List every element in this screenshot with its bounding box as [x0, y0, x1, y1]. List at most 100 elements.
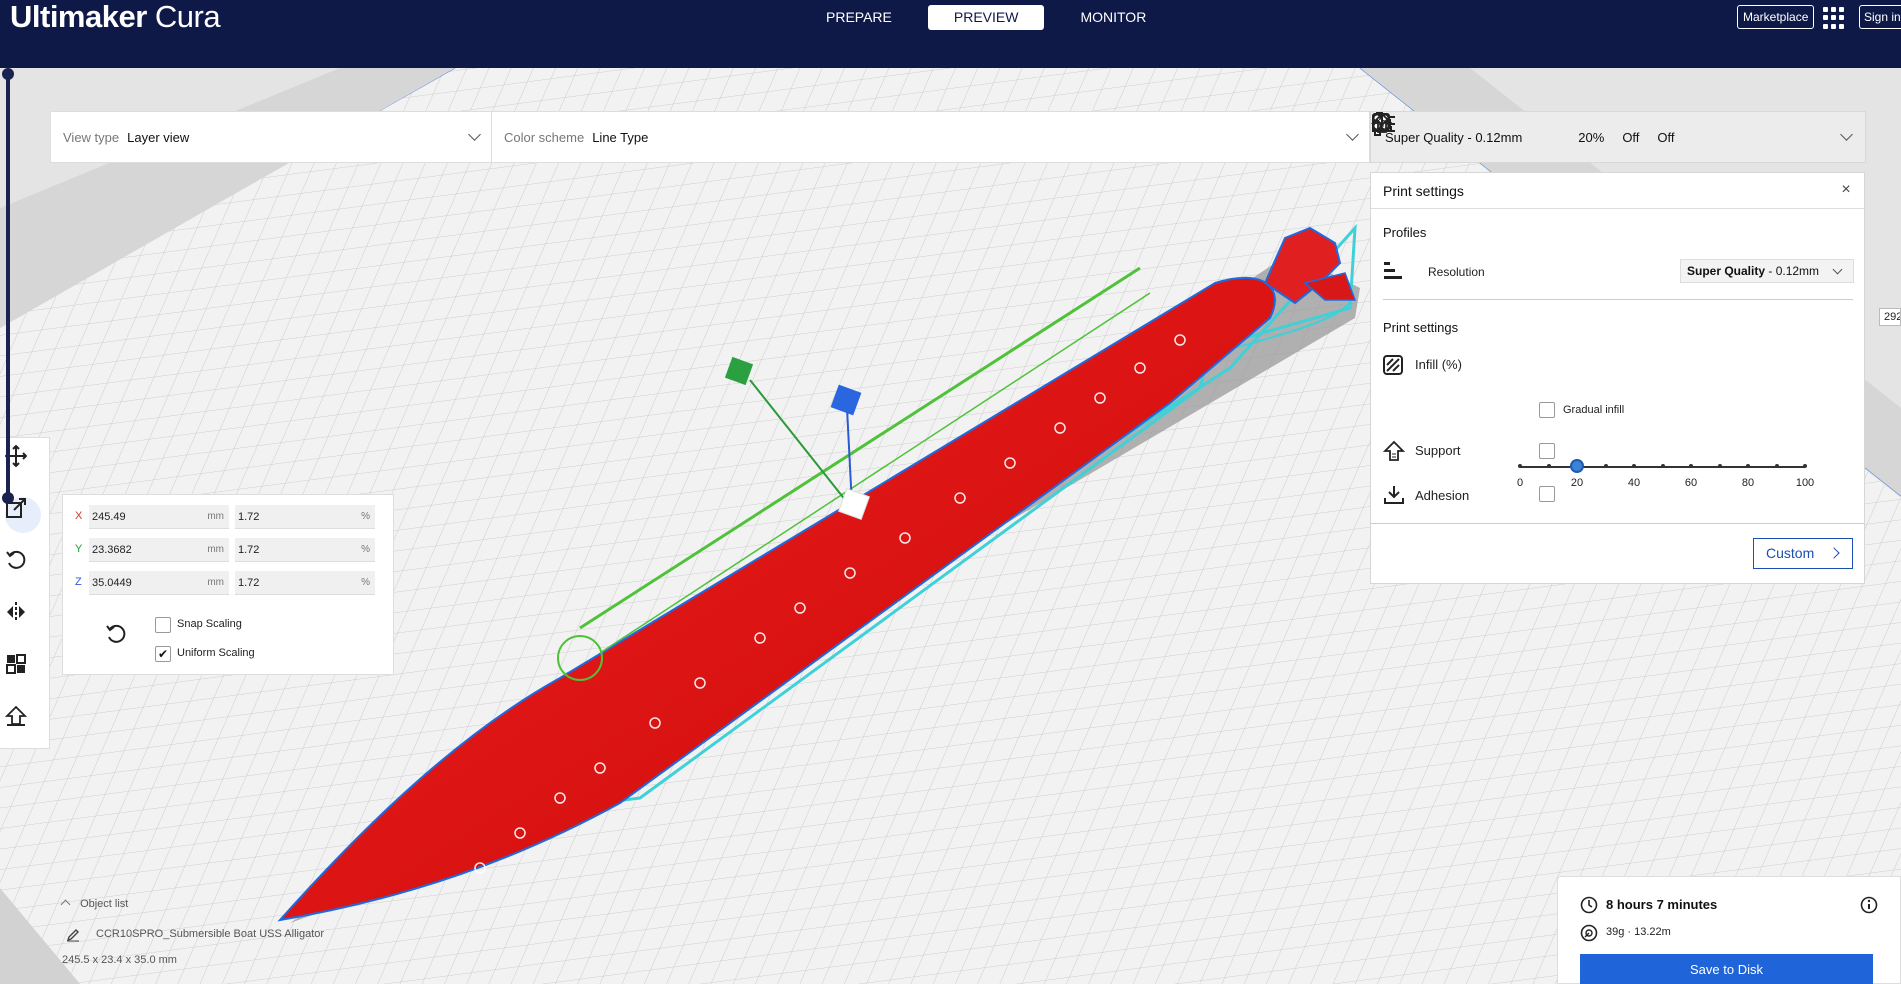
scale-y-pct-input[interactable]: 1.72 % [235, 538, 375, 562]
axis-z-label: Z [75, 576, 82, 588]
resolution-value: Super Quality [1687, 264, 1766, 278]
chevron-down-icon[interactable] [1840, 128, 1853, 141]
adhesion-checkbox[interactable] [1539, 486, 1555, 502]
infill-tick: 40 [1627, 477, 1641, 489]
tab-preview[interactable]: PREVIEW [927, 5, 1045, 30]
infill-summary: 20% [1372, 113, 1604, 145]
adhesion-icon [1384, 486, 1404, 504]
app-name-light: Cura [154, 0, 221, 34]
support-blocker-button[interactable] [5, 705, 41, 741]
view-type-dropdown[interactable]: View type Layer view [51, 112, 491, 162]
infill-slider[interactable]: 0 20 40 60 80 100 [1516, 459, 1814, 496]
mm-unit: mm [207, 511, 224, 522]
pencil-icon[interactable] [66, 928, 80, 942]
print-settings-header: Print settings × [1371, 173, 1864, 209]
mirror-tool-button[interactable] [5, 601, 41, 637]
scale-y-pct-value: 1.72 [238, 544, 260, 556]
reset-scale-icon[interactable] [105, 623, 127, 645]
infill-slider-step [1803, 464, 1807, 468]
infill-slider-handle[interactable] [1570, 459, 1584, 473]
scale-row-x: X 245.49 mm 1.72 % [75, 505, 385, 529]
infill-slider-step [1689, 464, 1693, 468]
per-model-settings-icon [6, 654, 26, 674]
infill-slider-step [1717, 464, 1722, 468]
pct-unit: % [361, 544, 370, 555]
chevron-down-icon [1832, 264, 1843, 275]
object-list-toggle[interactable]: Object list [60, 898, 128, 910]
custom-settings-button[interactable]: Custom [1753, 538, 1853, 569]
resolution-suffix: - 0.12mm [1765, 264, 1820, 278]
marketplace-button[interactable]: Marketplace [1737, 5, 1815, 29]
scale-y-mm-input[interactable]: 23.3682 mm [89, 538, 229, 562]
divider [1383, 299, 1853, 300]
print-settings-heading: Print settings [1383, 320, 1459, 335]
scale-z-mm-value: 35.0449 [92, 577, 132, 589]
object-name[interactable]: CCR10SPRO_Submersible Boat USS Alligator [96, 928, 324, 940]
uniform-scaling-option[interactable]: ✔ Uniform Scaling [155, 646, 255, 662]
infill-tick: 60 [1684, 477, 1698, 489]
infill-slider-step [1546, 464, 1551, 468]
stage-tabs: PREPARE PREVIEW MONITOR [800, 5, 1172, 30]
snap-scaling-option[interactable]: Snap Scaling [155, 617, 242, 633]
scale-tool-panel: X 245.49 mm 1.72 % Y 23.3682 mm 1.72 % Z [62, 494, 394, 675]
infill-tick: 80 [1741, 477, 1755, 489]
tab-monitor[interactable]: MONITOR [1054, 5, 1172, 30]
info-icon[interactable] [1860, 896, 1878, 914]
uniform-scaling-label: Uniform Scaling [177, 647, 255, 659]
support-icon [1383, 440, 1405, 461]
scale-x-mm-value: 245.49 [92, 511, 126, 523]
color-scheme-dropdown[interactable]: Color scheme Line Type [491, 112, 1369, 162]
per-model-settings-button[interactable] [5, 653, 41, 689]
apps-grid-icon[interactable] [1823, 7, 1845, 29]
gradual-infill-checkbox[interactable] [1539, 402, 1555, 418]
support-blocker-icon [5, 705, 27, 726]
scale-row-y: Y 23.3682 mm 1.72 % [75, 538, 385, 562]
spool-icon [1580, 924, 1598, 942]
3d-viewport[interactable]: View type Layer view Color scheme Line T… [0, 68, 1901, 984]
infill-tick: 0 [1516, 477, 1524, 489]
view-type-label: View type [63, 129, 120, 145]
infill-tick: 20 [1570, 477, 1584, 489]
infill-slider-step [1746, 464, 1750, 468]
axis-x-label: X [75, 510, 83, 522]
support-summary-text: Off [1622, 129, 1640, 145]
layer-number-field[interactable]: 292 [1879, 308, 1901, 326]
infill-slider-step [1774, 464, 1779, 468]
resolution-label: Resolution [1428, 265, 1485, 279]
scale-x-pct-value: 1.72 [238, 511, 260, 523]
rotate-tool-button[interactable] [5, 549, 41, 585]
chevron-right-icon [1828, 547, 1840, 559]
layer-slider[interactable] [0, 68, 14, 504]
gradual-infill-label: Gradual infill [1563, 404, 1625, 416]
scale-x-mm-input[interactable]: 245.49 mm [89, 505, 229, 529]
infill-slider-step [1660, 464, 1665, 468]
custom-button-label: Custom [1766, 545, 1815, 561]
close-icon[interactable]: × [1838, 182, 1854, 198]
adhesion-label: Adhesion [1415, 488, 1470, 503]
mm-unit: mm [207, 544, 224, 555]
resolution-dropdown[interactable]: Super Quality - 0.12mm [1680, 259, 1854, 283]
infill-label: Infill (%) [1415, 357, 1462, 372]
scale-x-pct-input[interactable]: 1.72 % [235, 505, 375, 529]
scale-z-mm-input[interactable]: 35.0449 mm [89, 571, 229, 595]
support-label: Support [1415, 443, 1461, 458]
sign-in-button[interactable]: Sign in [1859, 5, 1901, 29]
save-to-disk-button[interactable]: Save to Disk [1580, 954, 1873, 984]
object-dimensions: 245.5 x 23.4 x 35.0 mm [62, 954, 177, 966]
snap-scaling-checkbox[interactable] [155, 617, 171, 633]
rotate-icon [6, 550, 26, 569]
tab-prepare[interactable]: PREPARE [800, 5, 918, 30]
adhesion-summary: Off [1372, 114, 1675, 145]
view-options-bar: View type Layer view Color scheme Line T… [50, 111, 1370, 163]
adhesion-summary-text: Off [1657, 129, 1675, 145]
resolution-icon [1384, 262, 1402, 279]
color-scheme-value: Line Type [592, 129, 649, 145]
snap-scaling-label: Snap Scaling [177, 618, 242, 630]
pct-unit: % [361, 511, 370, 522]
resolution-row: Resolution Super Quality - 0.12mm [1383, 257, 1854, 287]
uniform-scaling-checkbox[interactable]: ✔ [155, 646, 171, 662]
print-setup-summary[interactable]: Super Quality - 0.12mm 20% Off Off [1370, 111, 1866, 163]
scale-z-pct-input[interactable]: 1.72 % [235, 571, 375, 595]
support-checkbox[interactable] [1539, 443, 1555, 459]
clock-icon [1580, 896, 1598, 914]
